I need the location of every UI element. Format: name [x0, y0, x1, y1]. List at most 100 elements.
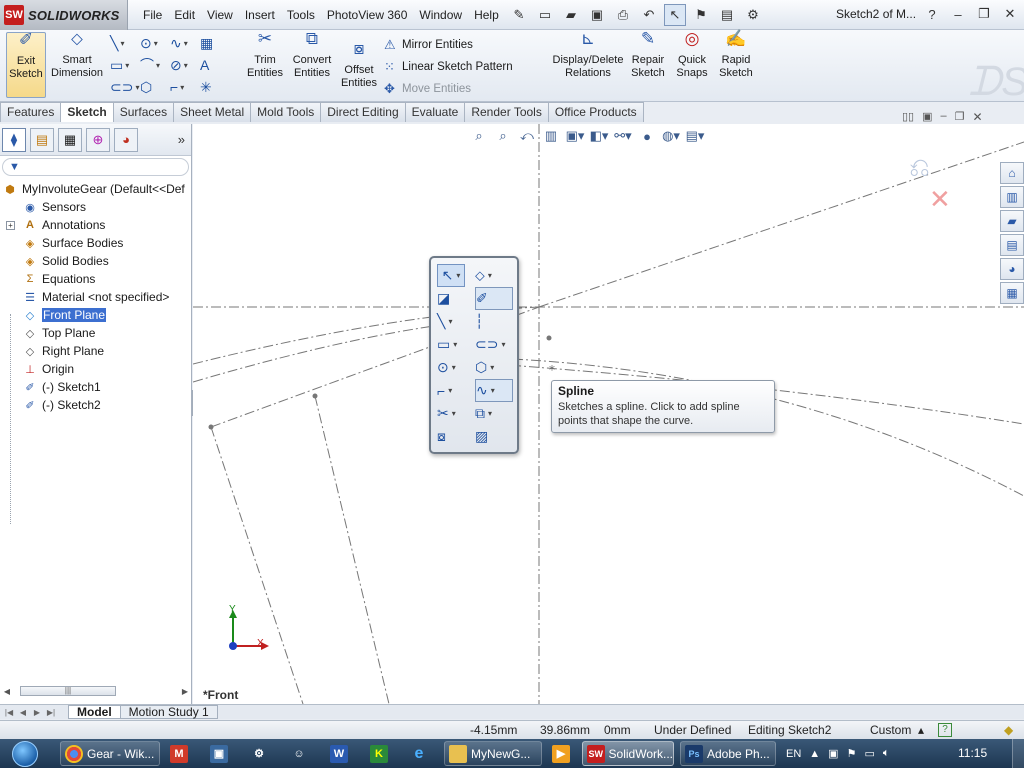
- convert-tool-icon[interactable]: ⧉ ▾: [475, 402, 513, 425]
- slot-icon[interactable]: ⊂⊃ ▾: [110, 76, 140, 98]
- section-view-icon[interactable]: ▥: [541, 128, 561, 144]
- polygon-icon[interactable]: ⬡: [140, 76, 170, 98]
- home-icon[interactable]: ⌂: [1000, 162, 1024, 184]
- repair-sketch-button[interactable]: ✎ Repair Sketch: [628, 30, 668, 80]
- custom-properties-icon[interactable]: ▦: [1000, 282, 1024, 304]
- tree-item-sketch1[interactable]: ✐ (-) Sketch1: [0, 378, 191, 396]
- tab-model[interactable]: Model: [68, 705, 121, 719]
- circle-tool-icon[interactable]: ⊙ ▾: [437, 356, 475, 379]
- tree-horizontal-scrollbar[interactable]: ◀ ||| ▶: [0, 684, 192, 698]
- arc-tool-icon[interactable]: ⌐ ▾: [437, 379, 475, 402]
- view-settings-icon[interactable]: ▤▾: [685, 128, 705, 144]
- trim-entities-button[interactable]: ✂ Trim Entities: [244, 30, 286, 80]
- feature-tree-tab-icon[interactable]: ⧫: [2, 127, 26, 152]
- menu-photoview[interactable]: PhotoView 360: [321, 8, 414, 22]
- hide-show-items-icon[interactable]: ⚯▾: [613, 128, 633, 144]
- cascade-icon[interactable]: ▣: [922, 110, 932, 124]
- language-indicator[interactable]: EN: [786, 748, 801, 760]
- slot-tool-icon[interactable]: ⊂⊃ ▾: [475, 333, 513, 356]
- file-properties-icon[interactable]: ▤: [716, 4, 738, 26]
- edit-appearance-icon[interactable]: ●: [637, 129, 657, 144]
- centerline-tool-icon[interactable]: ┆: [475, 310, 513, 333]
- sketch-picture-tool-icon[interactable]: ▨: [475, 425, 513, 448]
- mirror-entities-button[interactable]: ⚠ Mirror Entities: [384, 34, 513, 56]
- pin-icon[interactable]: ✎: [508, 4, 530, 26]
- chevron-right-icon[interactable]: »: [178, 132, 185, 147]
- taskbar-app-4[interactable]: ☺: [286, 741, 312, 766]
- display-style-icon[interactable]: ◧▾: [589, 128, 609, 144]
- taskbar-app-3[interactable]: ⚙: [246, 741, 272, 766]
- menu-window[interactable]: Window: [413, 8, 468, 22]
- design-library-icon[interactable]: ▥: [1000, 186, 1024, 208]
- first-tab-icon[interactable]: |◀: [2, 708, 16, 717]
- tab-mold-tools[interactable]: Mold Tools: [250, 102, 322, 122]
- property-manager-tab-icon[interactable]: ▤: [30, 127, 54, 152]
- tab-sketch[interactable]: Sketch: [60, 102, 114, 122]
- menu-help[interactable]: Help: [468, 8, 505, 22]
- expand-icon[interactable]: +: [6, 220, 15, 230]
- minimize-icon[interactable]: –: [948, 4, 968, 24]
- open-folder-icon[interactable]: ▰: [560, 4, 582, 26]
- ellipse-icon[interactable]: ⊘ ▾: [170, 54, 200, 76]
- polygon-tool-icon[interactable]: ⬡ ▾: [475, 356, 513, 379]
- taskbar-media[interactable]: ▶: [548, 741, 574, 766]
- close-icon[interactable]: ✕: [1000, 4, 1020, 24]
- tab-surfaces[interactable]: Surfaces: [112, 102, 175, 122]
- move-entities-button[interactable]: ✥ Move Entities: [384, 78, 513, 100]
- rectangle-icon[interactable]: ▭ ▾: [110, 54, 140, 76]
- rebuild-icon[interactable]: ⚑: [690, 4, 712, 26]
- cancel-sketch-icon[interactable]: ✕: [929, 184, 951, 215]
- undo-icon[interactable]: ↶: [638, 4, 660, 26]
- prev-tab-icon[interactable]: ◀: [16, 708, 30, 717]
- tree-item-sensors[interactable]: ◉ Sensors: [0, 198, 191, 216]
- rectangle-tool-icon[interactable]: ▭ ▾: [437, 333, 475, 356]
- network-icon[interactable]: ▭: [864, 747, 874, 760]
- tile-icon[interactable]: ▯▯: [902, 110, 914, 124]
- tab-direct-editing[interactable]: Direct Editing: [320, 102, 406, 122]
- tree-item-annotations[interactable]: + A Annotations: [0, 216, 191, 234]
- options-icon[interactable]: ⚙: [742, 4, 764, 26]
- fillet-icon[interactable]: ⌐ ▾: [170, 76, 200, 98]
- menu-edit[interactable]: Edit: [168, 8, 201, 22]
- tab-sheet-metal[interactable]: Sheet Metal: [173, 102, 252, 122]
- menu-insert[interactable]: Insert: [239, 8, 281, 22]
- exit-sketch-tool-icon[interactable]: ✐: [475, 287, 513, 310]
- tab-office-products[interactable]: Office Products: [547, 102, 644, 122]
- tree-item-sketch2[interactable]: ✐ (-) Sketch2: [0, 396, 191, 414]
- taskbar-app-2[interactable]: ▣: [206, 741, 232, 766]
- smart-dimension-button[interactable]: ⬦ Smart Dimension: [50, 30, 104, 80]
- display-manager-tab-icon[interactable]: ◕: [114, 127, 138, 152]
- scroll-right-icon[interactable]: ▶: [178, 687, 192, 696]
- spline-icon[interactable]: ∿ ▾: [170, 32, 200, 54]
- taskbar-item-photoshop[interactable]: Ps Adobe Ph...: [680, 741, 776, 766]
- restore-icon[interactable]: ❐: [974, 4, 994, 24]
- confirm-sketch-icon[interactable]: ⎌: [909, 152, 930, 184]
- point-icon[interactable]: ✳: [200, 76, 230, 98]
- last-tab-icon[interactable]: ▶|: [44, 708, 58, 717]
- tree-item-top-plane[interactable]: ◇ Top Plane: [0, 324, 191, 342]
- appearances-icon[interactable]: ◕: [1000, 258, 1024, 280]
- start-button[interactable]: [4, 739, 46, 768]
- help-icon[interactable]: ?: [922, 4, 942, 24]
- tree-item-surface-bodies[interactable]: ◈ Surface Bodies: [0, 234, 191, 252]
- menu-view[interactable]: View: [201, 8, 239, 22]
- taskbar-ie[interactable]: e: [406, 741, 432, 766]
- apply-scene-icon[interactable]: ◍▾: [661, 128, 681, 144]
- solidworks-logo[interactable]: SW SOLIDWORKS: [0, 0, 128, 30]
- taskbar-word[interactable]: W: [326, 741, 352, 766]
- quick-snaps-button[interactable]: ◎ Quick Snaps: [672, 30, 712, 80]
- minimize-doc-icon[interactable]: –: [941, 110, 947, 124]
- convert-entities-button[interactable]: ⧉ Convert Entities: [290, 30, 334, 80]
- next-tab-icon[interactable]: ▶: [30, 708, 44, 717]
- scroll-left-icon[interactable]: ◀: [0, 687, 14, 696]
- taskbar-item-chrome[interactable]: Gear - Wik...: [60, 741, 160, 766]
- tree-root-part[interactable]: ⬢ MyInvoluteGear (Default<<Def: [0, 180, 191, 198]
- arc-icon[interactable]: ⌒ ▾: [140, 54, 170, 76]
- help-status-icon[interactable]: ?: [938, 723, 952, 737]
- tree-item-equations[interactable]: Σ Equations: [0, 270, 191, 288]
- file-explorer-icon[interactable]: ▰: [1000, 210, 1024, 232]
- scroll-thumb[interactable]: |||: [20, 686, 116, 696]
- print-icon[interactable]: ⎙: [612, 4, 634, 26]
- tree-item-right-plane[interactable]: ◇ Right Plane: [0, 342, 191, 360]
- tree-item-solid-bodies[interactable]: ◈ Solid Bodies: [0, 252, 191, 270]
